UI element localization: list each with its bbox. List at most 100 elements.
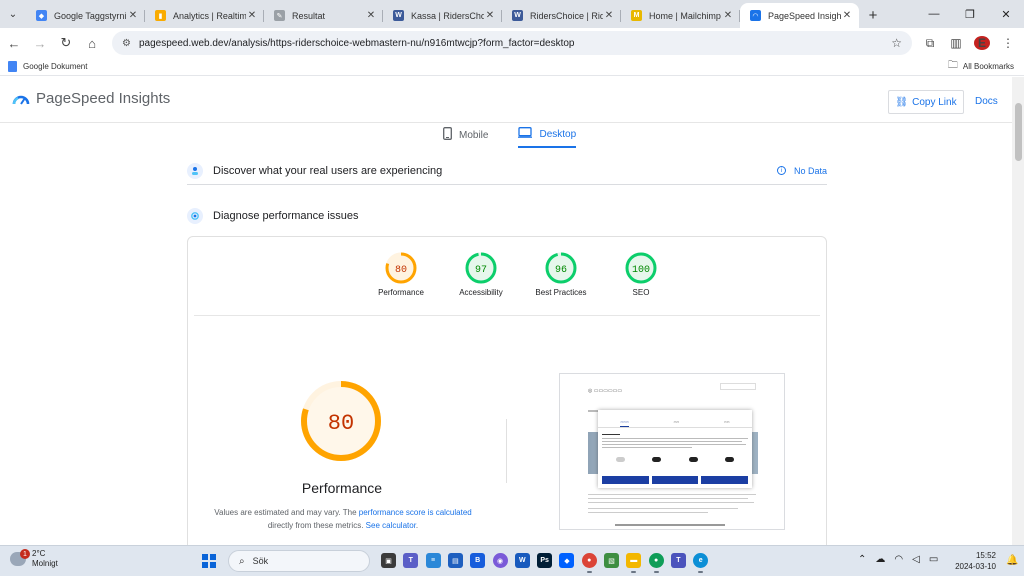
battery-icon[interactable]: ▭ — [929, 554, 938, 565]
word-icon[interactable]: W — [514, 553, 530, 568]
all-bookmarks-button[interactable]: 🗀 All Bookmarks — [948, 58, 1014, 75]
tab-title: Resultat — [292, 10, 326, 21]
gauge-ring: 100 — [625, 252, 657, 284]
taskbar-clock[interactable]: 15:52 2024-03-10 — [952, 550, 996, 572]
no-data-status[interactable]: i No Data — [776, 166, 827, 176]
score-gauge[interactable]: 80 Performance — [361, 251, 441, 297]
close-tab-icon[interactable]: ✕ — [246, 10, 258, 21]
profile-avatar[interactable]: E — [974, 36, 990, 50]
thumbnail-line — [602, 444, 746, 445]
docs-link[interactable]: Docs — [975, 96, 998, 107]
close-tab-icon[interactable]: ✕ — [841, 10, 853, 21]
score-calculated-link[interactable]: performance score is calculated — [359, 508, 472, 517]
results-icon: ✎ — [274, 10, 285, 21]
tab-search-button[interactable]: ⌄ — [0, 0, 26, 28]
browser-tab[interactable]: ◠ PageSpeed Insights ✕ — [740, 3, 859, 28]
start-button[interactable] — [202, 554, 216, 568]
dropbox-icon[interactable]: ◆ — [559, 553, 575, 568]
reload-button[interactable]: ↻ — [54, 31, 78, 55]
notification-bell-icon[interactable]: 🔔 — [1006, 555, 1018, 566]
photoshop-icon[interactable]: Ps — [537, 553, 553, 568]
tab-title: RidersChoice | Riders — [530, 10, 603, 21]
chrome-icon[interactable]: ● — [581, 553, 597, 573]
teams-work-icon[interactable]: T — [670, 553, 686, 568]
weather-widget[interactable]: 1 2°C Molnigt — [10, 549, 58, 569]
volume-icon[interactable]: ◁ — [912, 554, 920, 565]
copilot-icon[interactable]: ◉ — [492, 553, 508, 568]
minimize-button[interactable]: — — [916, 0, 952, 28]
gauge-label: Performance — [378, 288, 424, 297]
chrome-profile-icon[interactable]: ● — [648, 553, 664, 573]
see-calculator-link[interactable]: See calculator — [366, 521, 416, 530]
new-tab-button[interactable]: + — [859, 3, 887, 28]
scrollbar-thumb[interactable] — [1015, 103, 1022, 161]
browser-tab[interactable]: ▮ Analytics | Realtime o✕ — [145, 3, 264, 28]
weather-badge: 1 — [20, 549, 30, 559]
teams-icon[interactable]: T — [403, 553, 419, 568]
pagespeed-logo[interactable]: PageSpeed Insights — [12, 90, 170, 107]
thumbnail-cookie-modal: ▭▭▭ ▭▭ ▭▭ ▬▬▬▬▬▬ — [598, 410, 752, 488]
copy-link-button[interactable]: ⛓ Copy Link — [888, 90, 964, 114]
more-menu-icon[interactable]: ⋮ — [1000, 36, 1016, 50]
notepad-icon[interactable]: ≡ — [425, 553, 441, 568]
forward-button[interactable]: → — [28, 31, 52, 55]
close-tab-icon[interactable]: ✕ — [722, 10, 734, 21]
thumbnail-line — [602, 441, 742, 442]
page-scrollbar[interactable] — [1012, 77, 1024, 545]
bookmark-star-icon[interactable]: ☆ — [891, 36, 902, 50]
wordpress-icon: W — [393, 10, 404, 21]
close-tab-icon[interactable]: ✕ — [484, 10, 496, 21]
score-gauge[interactable]: 97 Accessibility — [441, 251, 521, 297]
thumbnail-search — [720, 383, 756, 390]
browser-tab-strip: ⌄ ◆Google Taggstyrning✕▮Analytics | Real… — [0, 0, 1024, 28]
clock-date: 2024-03-10 — [955, 562, 996, 571]
edge-icon[interactable]: e — [693, 553, 709, 573]
close-window-button[interactable]: ✕ — [988, 0, 1024, 28]
performance-note: Values are estimated and may vary. The p… — [202, 506, 484, 532]
diagnose-section: Diagnose performance issues — [187, 207, 827, 225]
browser-tab[interactable]: ✎ Resultat ✕ — [264, 3, 383, 28]
cloud-icon: 1 — [10, 549, 30, 566]
tab-mobile-label: Mobile — [459, 129, 489, 141]
gauge-ring: 96 — [545, 252, 577, 284]
back-button[interactable]: ← — [2, 31, 26, 55]
tab-desktop-label: Desktop — [539, 128, 577, 140]
extensions-icon[interactable]: ⧉ — [922, 36, 938, 51]
store-icon[interactable]: ▤ — [447, 553, 463, 568]
discover-section[interactable]: Discover what your real users are experi… — [187, 157, 827, 185]
diagnose-title: Diagnose performance issues — [213, 210, 359, 222]
tab-mobile[interactable]: Mobile — [443, 127, 489, 148]
browser-tab[interactable]: W RidersChoice | Riders✕ — [502, 3, 621, 28]
wifi-icon[interactable]: ◠ — [894, 554, 903, 565]
restore-button[interactable]: ❐ — [952, 0, 988, 28]
score-gauge[interactable]: 96 Best Practices — [521, 251, 601, 297]
side-panel-icon[interactable]: ▥ — [948, 36, 964, 50]
close-tab-icon[interactable]: ✕ — [603, 10, 615, 21]
explorer-icon[interactable]: ▬ — [626, 553, 642, 573]
home-button[interactable]: ⌂ — [80, 31, 104, 55]
note-text: Values are estimated and may vary. The — [214, 508, 359, 517]
tab-title: Analytics | Realtime o — [173, 10, 246, 21]
chevron-up-icon[interactable]: ⌃ — [858, 554, 866, 565]
thumbnail-line — [588, 498, 748, 499]
tab-desktop[interactable]: Desktop — [518, 127, 577, 148]
home-icon: ⌂ — [88, 35, 96, 51]
browser-tab[interactable]: ◆ Google Taggstyrning✕ — [26, 3, 145, 28]
site-info-icon[interactable]: ⚙ — [122, 38, 131, 49]
onedrive-icon[interactable]: ☁ — [875, 554, 885, 565]
score-gauge[interactable]: 100 SEO — [601, 251, 681, 297]
thumbnail-modal-title: ▬▬▬▬▬▬ — [602, 432, 620, 436]
taskbar-search[interactable]: ⌕ Sök — [228, 550, 370, 572]
phone-icon — [443, 127, 452, 143]
browser-tab[interactable]: W Kassa | RidersChoice✕ — [383, 3, 502, 28]
close-tab-icon[interactable]: ✕ — [365, 10, 377, 21]
thumbnail-buttons — [602, 476, 749, 484]
url-text[interactable]: pagespeed.web.dev/analysis/https-ridersc… — [139, 38, 891, 49]
bookmark-google-docs[interactable]: Google Dokument — [8, 61, 87, 72]
close-tab-icon[interactable]: ✕ — [127, 10, 139, 21]
browser-tab[interactable]: M Home | Mailchimp ✕ — [621, 3, 740, 28]
task-view-icon[interactable]: ▣ — [381, 553, 396, 568]
photos-icon[interactable]: ▧ — [604, 553, 619, 568]
address-bar[interactable]: ⚙ pagespeed.web.dev/analysis/https-rider… — [112, 31, 912, 55]
bitwarden-icon[interactable]: B — [470, 553, 486, 568]
